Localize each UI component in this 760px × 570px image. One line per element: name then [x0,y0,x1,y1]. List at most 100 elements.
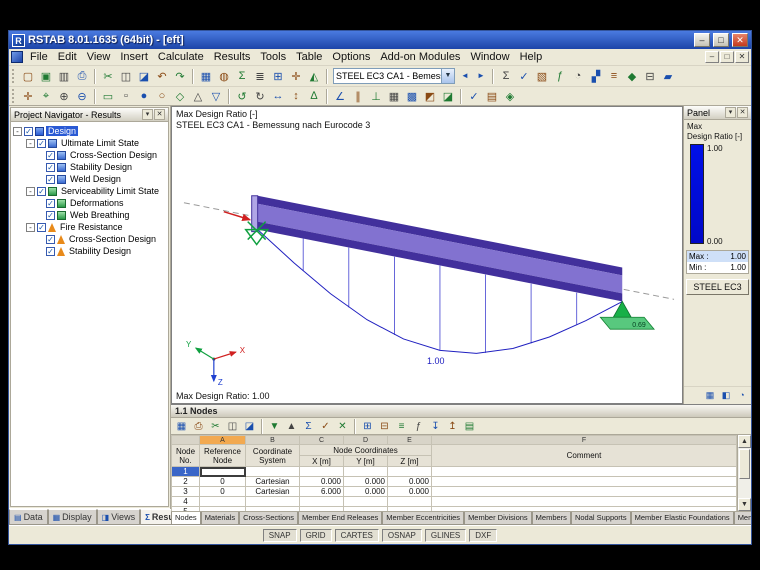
table-view-icon[interactable]: ▤ [483,88,501,105]
box-select-icon[interactable]: ⊟ [641,68,659,85]
zoom-out-icon[interactable]: ⊖ [73,88,91,105]
cell-coordinate-system[interactable] [245,466,300,477]
color-scale-bar[interactable] [690,144,704,244]
table-title-bar[interactable]: 1.1 Nodes [171,405,751,418]
header-node-coordinates[interactable]: Node Coordinates [299,444,432,456]
previous-case-icon[interactable]: ◄ [457,68,473,84]
collapse-icon[interactable] [26,138,35,148]
redo-icon[interactable]: ↷ [171,68,189,85]
row-number[interactable]: 1 [171,466,200,477]
column-letter-e[interactable]: E [387,435,432,445]
result-diagram-icon[interactable]: ▧ [533,68,551,85]
cell-y[interactable]: 0.000 [343,476,388,487]
panel-settings-icon[interactable]: ◧ [719,389,733,402]
tree-item-weld-design[interactable]: Weld Design [46,173,166,185]
tree-item-fire-resistance[interactable]: Fire Resistance [26,221,166,233]
right-support-cone[interactable] [612,300,632,318]
filter-rows-icon[interactable]: ≡ [393,419,410,434]
menu-addon-modules[interactable]: Add-on Modules [375,50,465,64]
isometric-icon[interactable]: ◇ [171,88,189,105]
new-model-icon[interactable]: ▢ [19,68,37,85]
wireframe-icon[interactable]: ◪ [439,88,457,105]
tab-data[interactable]: ▤ Data [9,509,48,525]
cell-reference-node[interactable]: 0 [199,486,246,497]
previous-view-icon[interactable]: △ [189,88,207,105]
panel-pin-icon[interactable]: ▾ [725,107,736,118]
title-bar[interactable]: R RSTAB 8.01.1635 (64bit) - [eft] – □ ✕ [9,31,751,49]
deformations-checkbox[interactable] [46,198,55,208]
load-case-combobox[interactable]: STEEL EC3 CA1 - Bemessun ▼ [333,68,455,84]
dxf-toggle[interactable]: DXF [469,528,498,542]
table-tab-member-end-releases[interactable]: Member End Releases [297,512,383,525]
navigator-title-bar[interactable]: Project Navigator - Results ▾ ✕ [11,108,168,122]
mdi-close-button[interactable]: ✕ [735,51,749,63]
document-icon[interactable] [11,51,23,63]
header-x[interactable]: X [m] [299,455,344,467]
cell-y[interactable] [343,466,388,477]
table-settings-icon[interactable]: ▤ [461,419,478,434]
filter-icon[interactable]: ▰ [659,68,677,85]
menu-window[interactable]: Window [465,50,514,64]
partial-view-icon[interactable]: ◔ [569,68,587,85]
table-tab-materials[interactable]: Materials [200,512,240,525]
right-support-pad[interactable] [599,316,655,330]
header-reference-node[interactable]: Reference Node [199,444,246,467]
undo-view-icon[interactable]: ↕ [287,88,305,105]
add-row-icon[interactable]: ⊞ [359,419,376,434]
model-scene[interactable]: 1.00 0.69 X Y Z [172,107,682,403]
combo-dropdown-icon[interactable]: ▼ [441,69,454,83]
tab-views[interactable]: ◨ Views [96,509,141,525]
cell-comment[interactable] [431,476,737,487]
angle-icon[interactable]: ∠ [331,88,349,105]
cell-comment[interactable] [431,466,737,477]
web-breathing-checkbox[interactable] [46,210,55,220]
menu-options[interactable]: Options [327,50,375,64]
check-icon[interactable]: ✓ [515,68,533,85]
table-tab-nodal-supports[interactable]: Nodal Supports [570,512,631,525]
cell-coordinate-system[interactable]: Cartesian [245,476,300,487]
scroll-down-icon[interactable]: ▼ [738,498,751,511]
render-icon[interactable]: ◍ [215,68,233,85]
calculate-all-icon[interactable]: Σ [233,68,251,85]
check-view-icon[interactable]: ✓ [465,88,483,105]
view-x-icon[interactable]: ▭ [99,88,117,105]
rotate-view-icon[interactable]: ▽ [207,88,225,105]
open-project-icon[interactable]: ▣ [37,68,55,85]
cell-comment[interactable] [431,486,737,497]
panel-title-bar[interactable]: Panel ▾ ✕ [684,106,751,120]
mdi-minimize-button[interactable]: – [705,51,719,63]
cell-reference-node[interactable] [199,496,246,507]
cell-x[interactable] [299,496,344,507]
color-scale-icon[interactable]: ▦ [703,389,717,402]
tree-item-deformations[interactable]: Deformations [46,197,166,209]
cut-icon[interactable]: ✂ [99,68,117,85]
cell-z[interactable]: 0.000 [387,486,432,497]
ok-icon[interactable]: ✓ [317,419,334,434]
header-y[interactable]: Y [m] [343,455,388,467]
insert-row-icon[interactable]: ▼ [266,419,283,434]
menu-edit[interactable]: Edit [53,50,82,64]
toolbar-grip-2[interactable] [12,89,16,103]
table-tab-member-elastic-foundations[interactable]: Member Elastic Foundations [630,512,734,525]
cell-y[interactable]: 0.000 [343,486,388,497]
table-tab-nodes[interactable]: Nodes [171,512,201,525]
table-tab-cross-sections[interactable]: Cross-Sections [239,512,298,525]
remove-row-icon[interactable]: ⊟ [376,419,393,434]
redo-view-icon[interactable]: ∆ [305,88,323,105]
print-icon[interactable]: ⎙ [73,68,91,85]
move-view-icon[interactable]: ↻ [251,88,269,105]
fire-checkbox[interactable] [37,222,46,232]
menu-table[interactable]: Table [291,50,327,64]
header-comment[interactable]: Comment [431,444,737,467]
stability-checkbox[interactable] [46,162,55,172]
corner-cell[interactable] [171,435,200,445]
fire-stability-checkbox[interactable] [46,246,55,256]
tree-item-fire-cross-section-design[interactable]: Cross-Section Design [46,233,166,245]
fire-cs-checkbox[interactable] [46,234,55,244]
collapse-icon[interactable] [26,186,35,196]
column-letter-d[interactable]: D [343,435,388,445]
cut-row-icon[interactable]: ✂ [207,419,224,434]
copy-icon[interactable]: ◫ [117,68,135,85]
menu-insert[interactable]: Insert [115,50,153,64]
import-icon[interactable]: ↧ [427,419,444,434]
